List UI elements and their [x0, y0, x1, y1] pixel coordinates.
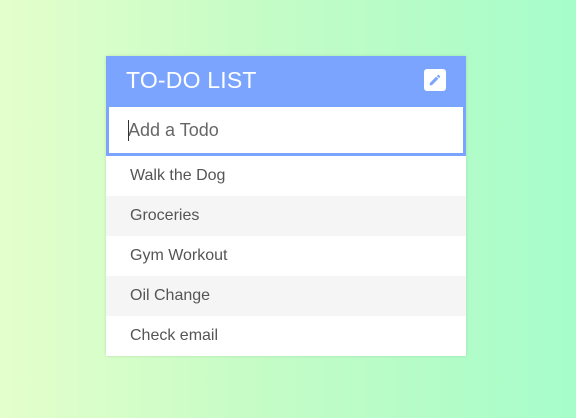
list-item[interactable]: Oil Change: [106, 276, 466, 316]
todo-list: Walk the Dog Groceries Gym Workout Oil C…: [106, 156, 466, 356]
edit-button[interactable]: [424, 68, 446, 91]
add-todo-input[interactable]: [109, 107, 463, 153]
add-todo-field-wrapper: [106, 104, 466, 156]
text-cursor: [128, 120, 129, 141]
todo-card: TO-DO LIST Walk the Dog Groceries Gym Wo…: [106, 56, 466, 356]
list-item[interactable]: Walk the Dog: [106, 156, 466, 196]
list-item[interactable]: Gym Workout: [106, 236, 466, 276]
pencil-icon: [429, 74, 441, 85]
page-title: TO-DO LIST: [126, 66, 257, 93]
card-header: TO-DO LIST: [106, 56, 466, 104]
list-item[interactable]: Groceries: [106, 196, 466, 236]
list-item[interactable]: Check email: [106, 316, 466, 356]
